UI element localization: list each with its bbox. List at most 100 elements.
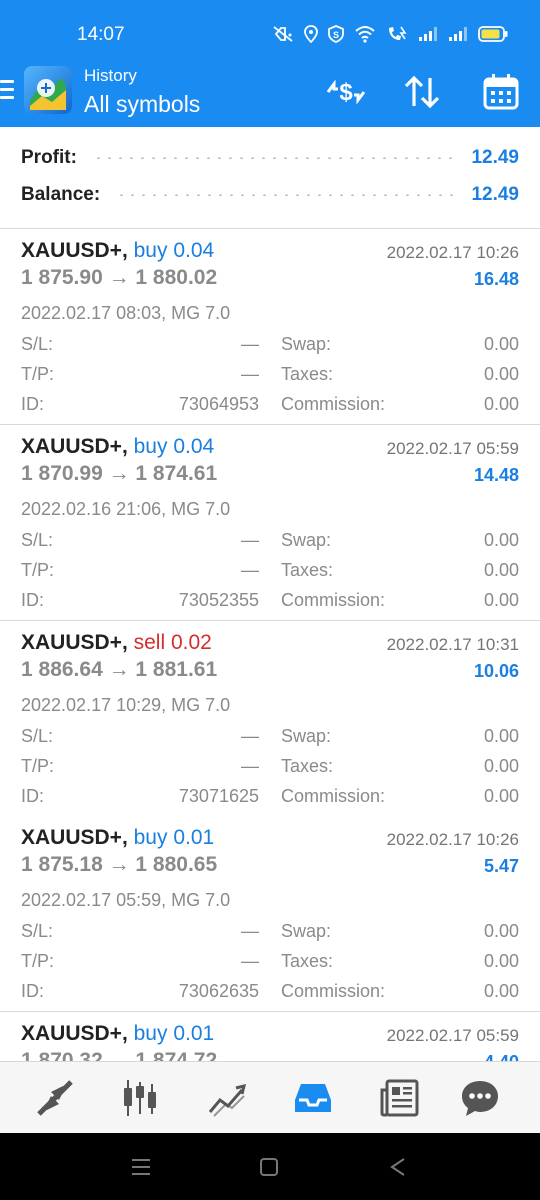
sl-value: — (241, 726, 259, 746)
swap-value: 0.00 (483, 921, 519, 941)
sl-label: S/L: (21, 726, 54, 746)
chat-icon[interactable] (458, 1076, 502, 1120)
history-icon[interactable] (291, 1076, 335, 1120)
quotes-icon[interactable] (33, 1076, 77, 1120)
tp-label: T/P: (21, 364, 55, 384)
trade-symbol: XAUUSD+, (21, 239, 128, 262)
swap-value: 0.00 (483, 334, 519, 354)
profit-label: Profit: (21, 147, 77, 168)
trade-symbol: XAUUSD+, (21, 631, 128, 654)
tp-label: T/P: (21, 951, 55, 971)
trade-item[interactable]: XAUUSD+, buy 0.01 2022.02.17 10:26 1 875… (0, 816, 540, 1012)
taxes-label: Taxes: (281, 560, 334, 580)
svg-text:S: S (333, 30, 339, 40)
taxes-value: 0.00 (483, 364, 519, 384)
taxes-label: Taxes: (281, 756, 334, 776)
sl-value: — (241, 921, 259, 941)
trade-icon[interactable] (204, 1076, 248, 1120)
swap-value: 0.00 (483, 726, 519, 746)
trade-item[interactable]: XAUUSD+, buy 0.04 2022.02.17 05:59 1 870… (0, 425, 540, 621)
trade-direction: sell 0.02 (133, 631, 212, 654)
detail-row: ID: 73071625 Commission: 0.00 (21, 786, 519, 810)
id-value: 73052355 (178, 590, 259, 610)
mute-icon (272, 25, 294, 43)
id-value: 73062635 (178, 981, 259, 1001)
tp-value: — (241, 756, 259, 776)
detail-row: S/L: — Swap: 0.00 (21, 334, 519, 358)
signal-icon (418, 26, 438, 42)
swap-label: Swap: (281, 334, 332, 354)
balance-value: 12.49 (471, 184, 519, 205)
id-value: 73071625 (178, 786, 259, 806)
swap-value: 0.00 (483, 530, 519, 550)
detail-row: T/P: — Taxes: 0.00 (21, 756, 519, 780)
detail-row: ID: 73062635 Commission: 0.00 (21, 981, 519, 1005)
currency-exchange-icon[interactable]: $ (324, 70, 368, 114)
sort-icon[interactable] (400, 70, 444, 114)
trade-close-time: 2022.02.17 10:26 (386, 243, 519, 262)
news-icon[interactable] (377, 1076, 421, 1120)
swap-label: Swap: (281, 726, 332, 746)
detail-row: S/L: — Swap: 0.00 (21, 530, 519, 554)
tp-label: T/P: (21, 560, 55, 580)
home-icon[interactable] (257, 1155, 281, 1179)
detail-row: S/L: — Swap: 0.00 (21, 921, 519, 945)
id-label: ID: (21, 394, 45, 414)
trade-symbol: XAUUSD+, (21, 1022, 128, 1045)
trade-profit: 10.06 (473, 661, 519, 681)
commission-label: Commission: (281, 590, 386, 610)
battery-icon (478, 26, 508, 42)
commission-label: Commission: (281, 981, 386, 1001)
commission-value: 0.00 (483, 981, 519, 1001)
status-icons: S (272, 25, 508, 43)
trade-prices: 1 875.18 → 1 880.65 (21, 853, 218, 876)
detail-row: ID: 73064953 Commission: 0.00 (21, 394, 519, 418)
page-title[interactable]: All symbols (84, 91, 200, 118)
dotted-leader (92, 157, 456, 159)
app-header: 14:07 S History All symbols $ (0, 0, 540, 127)
trade-symbol: XAUUSD+, (21, 826, 128, 849)
trade-item[interactable]: XAUUSD+, buy 0.04 2022.02.17 10:26 1 875… (0, 229, 540, 425)
commission-value: 0.00 (483, 394, 519, 414)
calendar-icon[interactable] (479, 70, 523, 114)
swap-label: Swap: (281, 921, 332, 941)
trade-open-info: 2022.02.17 10:29, MG 7.0 (21, 695, 231, 715)
sl-label: S/L: (21, 530, 54, 550)
bottom-navigation (0, 1061, 540, 1134)
dotted-leader (116, 194, 456, 196)
balance-row: Balance: 12.49 (21, 180, 519, 210)
status-bar: 14:07 S (0, 0, 540, 58)
detail-row: ID: 73052355 Commission: 0.00 (21, 590, 519, 614)
detail-row: T/P: — Taxes: 0.00 (21, 364, 519, 388)
volte-icon (386, 25, 408, 43)
swap-label: Swap: (281, 530, 332, 550)
id-label: ID: (21, 981, 45, 1001)
signal-icon (448, 26, 468, 42)
sl-label: S/L: (21, 921, 54, 941)
trade-direction: buy 0.04 (133, 435, 215, 458)
trade-direction: buy 0.01 (133, 826, 215, 849)
trade-prices: 1 870.99 → 1 874.61 (21, 462, 218, 485)
app-logo (24, 66, 72, 114)
wifi-icon (354, 25, 376, 43)
commission-label: Commission: (281, 786, 386, 806)
id-label: ID: (21, 786, 45, 806)
menu-icon[interactable] (0, 80, 14, 102)
tp-value: — (241, 364, 259, 384)
back-icon[interactable] (386, 1155, 410, 1179)
trade-item[interactable]: XAUUSD+, buy 0.01 2022.02.17 05:59 1 870… (0, 1012, 540, 1061)
trade-prices: 1 870.32 → 1 874.72 (21, 1049, 218, 1061)
trade-direction: buy 0.04 (133, 239, 215, 262)
vpn-shield-icon: S (328, 25, 344, 43)
recent-apps-icon[interactable] (129, 1155, 153, 1179)
taxes-value: 0.00 (483, 560, 519, 580)
chart-icon[interactable] (118, 1076, 162, 1120)
app-bar: History All symbols $ (0, 58, 540, 127)
trade-open-info: 2022.02.17 05:59, MG 7.0 (21, 890, 231, 910)
trade-profit: 5.47 (483, 856, 519, 876)
trade-item[interactable]: XAUUSD+, sell 0.02 2022.02.17 10:31 1 88… (0, 621, 540, 817)
commission-label: Commission: (281, 394, 386, 414)
trade-prices: 1 875.90 → 1 880.02 (21, 266, 218, 289)
trade-profit: 4.40 (484, 1052, 519, 1061)
trade-profit: 14.48 (473, 465, 519, 485)
